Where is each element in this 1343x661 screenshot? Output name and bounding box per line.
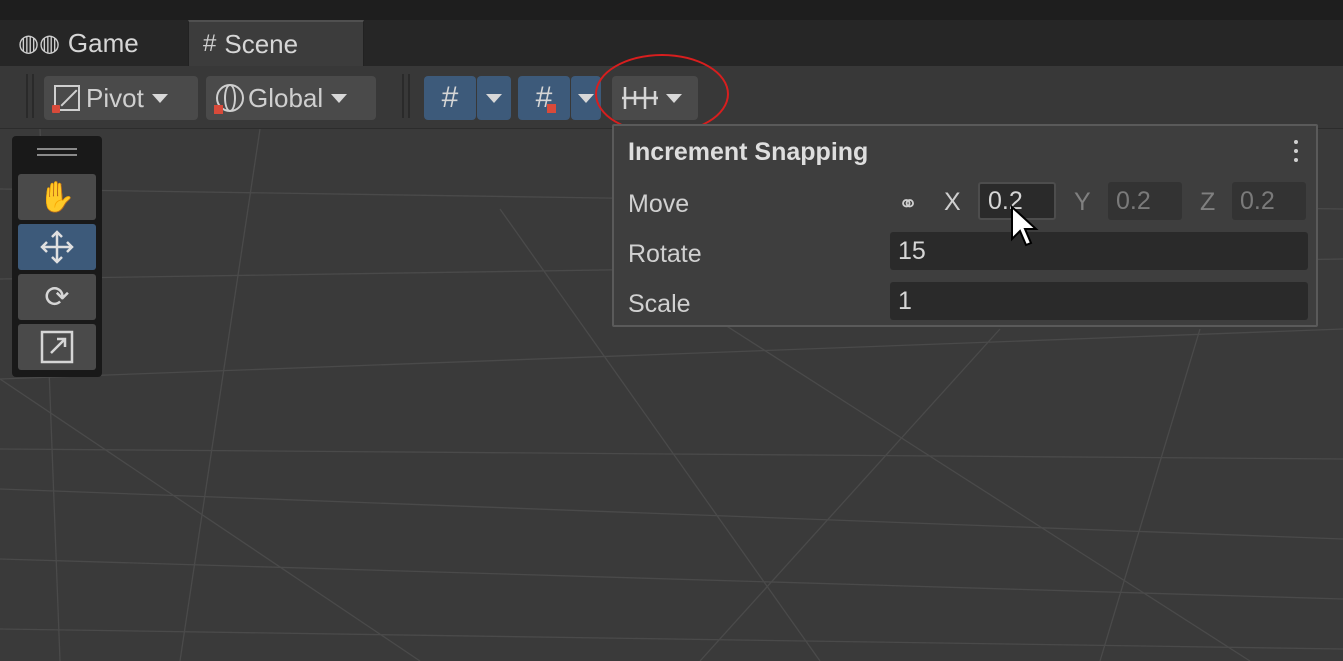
tab-game-label: Game: [67, 27, 139, 58]
popup-title: Increment Snapping: [628, 138, 869, 166]
move-label: Move: [628, 190, 690, 218]
chevron-down-icon: [486, 93, 502, 103]
chevron-down-icon: [666, 93, 682, 103]
pivot-dropdown[interactable]: Pivot: [44, 76, 198, 120]
overlay-handle[interactable]: [37, 148, 77, 150]
global-label: Global: [248, 82, 324, 113]
global-dropdown[interactable]: Global: [206, 76, 376, 120]
scale-label: Scale: [628, 290, 691, 318]
link-icon[interactable]: ⚭: [898, 190, 918, 219]
hand-icon: ✋: [38, 180, 76, 214]
tools-overlay: ✋ ⟳: [12, 136, 102, 377]
grid-visual-toggle[interactable]: #: [518, 76, 570, 120]
z-axis-label: Z: [1200, 188, 1216, 216]
hand-tool-button[interactable]: ✋: [18, 174, 96, 220]
rotate-icon: ⟳: [44, 280, 70, 314]
globe-icon: [214, 84, 244, 114]
y-axis-label: Y: [1074, 188, 1091, 216]
move-icon: [40, 230, 74, 264]
toolbar-grip[interactable]: [402, 74, 410, 118]
chevron-down-icon: [578, 93, 594, 103]
move-y-field[interactable]: 0.2: [1108, 182, 1182, 220]
hash-icon: #: [203, 30, 217, 57]
toolbar-grip[interactable]: [26, 74, 34, 118]
pivot-label: Pivot: [86, 82, 144, 113]
overlay-handle[interactable]: [37, 154, 77, 156]
increment-snap-icon: [622, 87, 658, 109]
tab-scene[interactable]: # Scene: [188, 20, 364, 66]
scale-icon: [40, 330, 74, 364]
mouse-cursor-icon: [1011, 205, 1039, 247]
increment-snap-button[interactable]: [612, 76, 698, 120]
tab-scene-label: Scene: [224, 28, 299, 59]
scale-field[interactable]: 1: [890, 282, 1308, 320]
x-axis-label: X: [944, 188, 961, 216]
more-options-icon[interactable]: [1294, 140, 1298, 162]
grid-snap-icon: #: [536, 83, 557, 113]
scale-tool-button[interactable]: [18, 324, 96, 370]
rotate-tool-button[interactable]: ⟳: [18, 274, 96, 320]
pivot-icon: [52, 85, 80, 113]
rotate-field[interactable]: 15: [890, 232, 1308, 270]
grid-snap-toggle[interactable]: #: [424, 76, 476, 120]
title-strip: [0, 0, 1343, 20]
move-z-field[interactable]: 0.2: [1232, 182, 1306, 220]
chevron-down-icon: [151, 93, 168, 103]
chevron-down-icon: [331, 93, 348, 103]
tab-game[interactable]: ◍◍ Game: [0, 20, 186, 66]
grid-visual-dropdown[interactable]: [571, 76, 601, 120]
move-tool-button[interactable]: [18, 224, 96, 270]
grid-axis-icon: #: [441, 81, 459, 114]
grid-snap-dropdown[interactable]: [477, 76, 511, 120]
gamepad-icon: ◍◍: [18, 29, 60, 57]
increment-snapping-popup: Increment Snapping Move ⚭ X 0.2 Y 0.2 Z …: [612, 124, 1318, 327]
rotate-label: Rotate: [628, 240, 702, 268]
